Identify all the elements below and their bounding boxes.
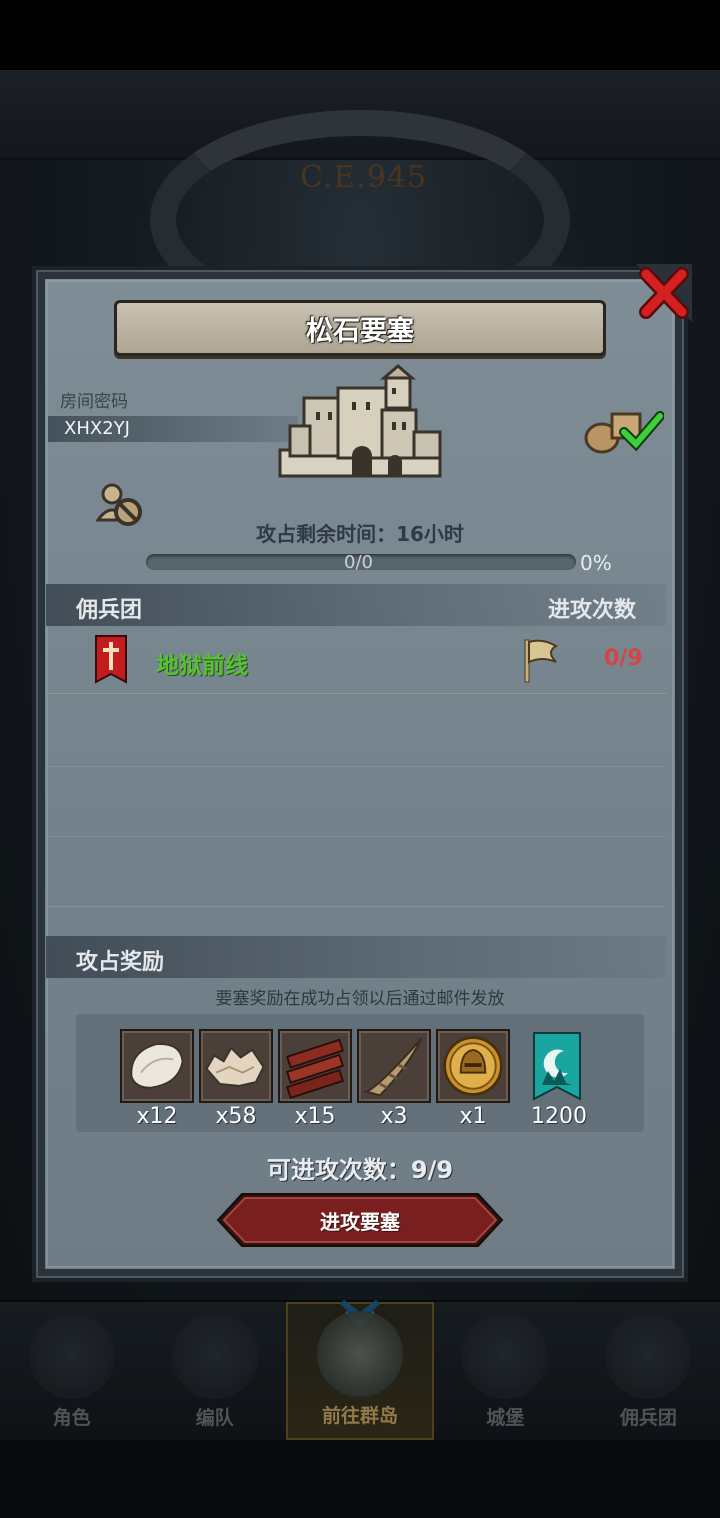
- horn-icon: [363, 1037, 423, 1097]
- reward-item[interactable]: [120, 1029, 194, 1103]
- dialog-title: 松石要塞: [306, 315, 414, 347]
- progress-count: 0/0: [344, 552, 373, 573]
- guild-banner-icon: [95, 635, 127, 684]
- attack-fortress-button[interactable]: 进攻要塞: [216, 1192, 504, 1248]
- reward-item[interactable]: [199, 1029, 273, 1103]
- reward-section-title: 攻占奖励: [76, 950, 165, 975]
- timer-value: 16小时: [396, 522, 464, 546]
- list-divider: [46, 836, 666, 837]
- mercenary-name[interactable]: 地狱前线: [156, 646, 248, 680]
- reward-quantity: x15: [294, 1104, 336, 1129]
- mercenary-section-title: 佣兵团: [76, 598, 143, 623]
- list-divider: [46, 906, 666, 907]
- reward-quantity: x58: [215, 1104, 257, 1129]
- flag-icon: [524, 639, 558, 683]
- room-code-label: 房间密码: [60, 392, 128, 412]
- attempts-label: 可进攻次数：: [266, 1156, 411, 1184]
- reward-quantity: 1200: [531, 1104, 587, 1129]
- reward-note: 要塞奖励在成功占领以后通过邮件发放: [215, 989, 505, 1009]
- wood-planks-icon: [285, 1038, 345, 1100]
- close-icon[interactable]: [636, 264, 692, 322]
- attempts-value: 9/9: [410, 1156, 454, 1184]
- timer-label: 攻占剩余时间：: [256, 522, 397, 546]
- loot-claimed-icon[interactable]: [584, 404, 664, 454]
- reward-quantity: x3: [380, 1104, 408, 1129]
- attempts-remaining: 可进攻次数：9/9: [0, 1150, 720, 1185]
- attack-count-header: 进攻次数: [548, 598, 637, 623]
- room-code-value[interactable]: XHX2YJ: [64, 418, 130, 439]
- gold-helmet-coin-icon: [443, 1036, 503, 1096]
- reward-item[interactable]: [278, 1029, 352, 1103]
- mercenary-row[interactable]: [46, 628, 666, 694]
- fortress-castle-icon: [278, 364, 442, 478]
- attack-fortress-label: 进攻要塞: [320, 1209, 400, 1234]
- reward-quantity: x1: [459, 1104, 487, 1129]
- reward-item[interactable]: [436, 1029, 510, 1103]
- mercenary-attack-count: 0/9: [604, 646, 643, 671]
- list-divider: [46, 766, 666, 767]
- dialog-title-plate: 松石要塞: [114, 300, 606, 356]
- reward-quantity: x12: [136, 1104, 178, 1129]
- capture-timer: 攻占剩余时间：16小时: [0, 518, 720, 547]
- guild-banner-icon: [533, 1032, 581, 1101]
- reward-item[interactable]: [520, 1029, 594, 1103]
- hide-icon: [130, 1043, 184, 1089]
- progress-percent: 0%: [580, 551, 612, 575]
- reward-item[interactable]: [357, 1029, 431, 1103]
- fur-icon: [205, 1046, 265, 1087]
